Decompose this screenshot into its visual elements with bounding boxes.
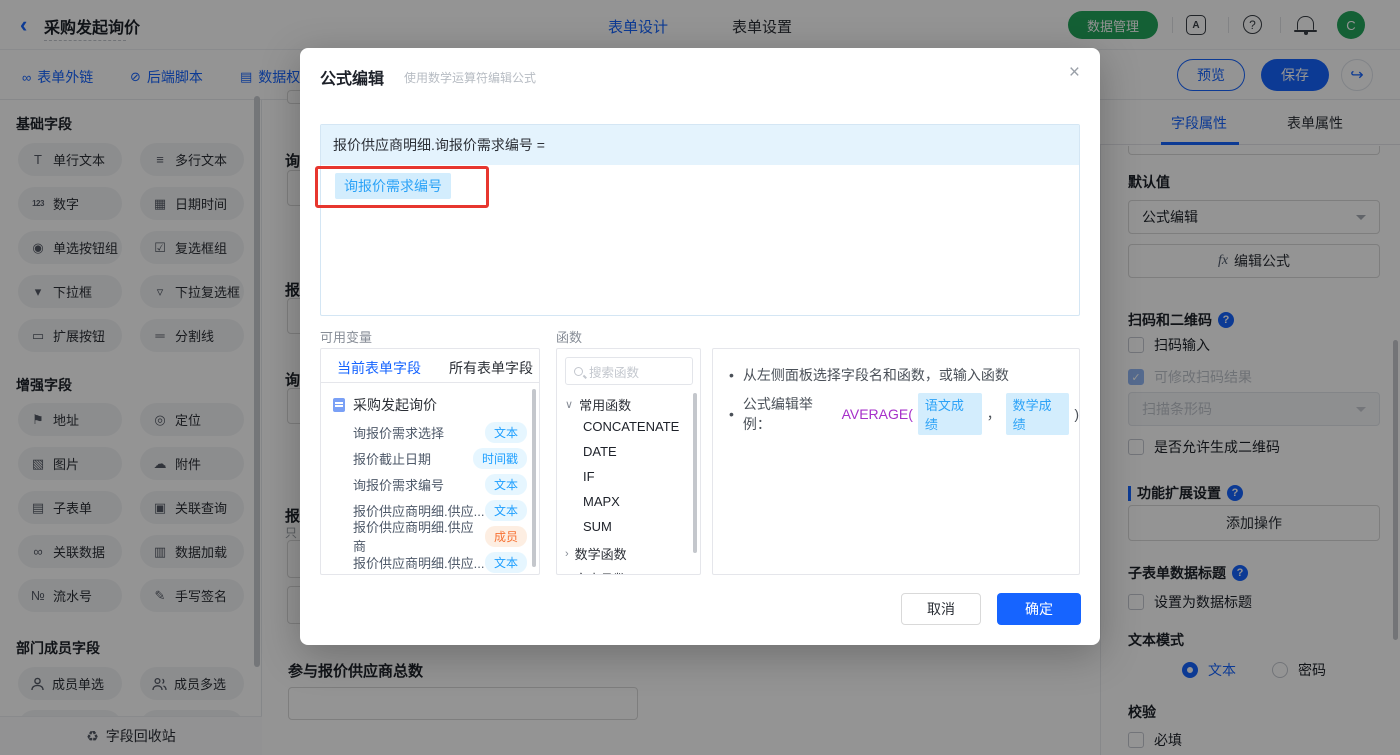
function-item[interactable]: DATE	[583, 444, 617, 459]
function-search-input[interactable]: 搜索函数	[565, 357, 693, 385]
tab-all-form-fields[interactable]: 所有表单字段	[449, 358, 533, 378]
bullet-icon: •	[729, 367, 734, 383]
variable-item[interactable]: 报价截止日期 时间戳	[353, 445, 527, 471]
variable-item[interactable]: 报价供应商明细.供应... 文本	[353, 549, 527, 574]
type-badge: 文本	[484, 473, 527, 495]
form-icon	[333, 398, 345, 412]
type-badge: 文本	[484, 551, 527, 573]
tip-line-1: • 从左侧面板选择字段名和函数，或输入函数	[729, 367, 1009, 383]
formula-editor[interactable]: 报价供应商明细.询报价需求编号 = 询报价需求编号	[320, 124, 1080, 316]
tip-line-2: • 公式编辑举例： AVERAGE( 语文成绩 ， 数学成绩 )	[729, 393, 1079, 435]
formula-edit-modal: 公式编辑 使用数学运算符编辑公式 × 报价供应商明细.询报价需求编号 = 询报价…	[300, 48, 1100, 645]
cancel-button[interactable]: 取消	[901, 593, 981, 625]
variables-scrollbar[interactable]	[532, 389, 536, 567]
example-field-chip: 数学成绩	[1005, 393, 1070, 435]
variables-label: 可用变量	[320, 330, 373, 345]
tab-current-form-fields[interactable]: 当前表单字段	[337, 358, 421, 378]
chevron-down-icon: ∨	[565, 399, 574, 411]
bullet-icon: •	[729, 406, 734, 422]
modal-title: 公式编辑	[320, 71, 385, 88]
type-badge: 文本	[484, 421, 527, 443]
variable-item[interactable]: 询报价需求编号 文本	[353, 471, 527, 497]
chevron-right-icon: ›	[565, 547, 569, 560]
app-window: ‹ 采购发起询价 表单设计 表单设置 数据管理 A ? C ∞ 表单外链 ⊘ 后…	[0, 0, 1400, 755]
type-badge: 文本	[484, 499, 527, 521]
variable-item[interactable]: 询报价需求选择 文本	[353, 419, 527, 445]
function-name: AVERAGE(	[841, 406, 913, 422]
type-badge: 成员	[484, 525, 527, 547]
variable-item[interactable]: 报价供应商明细.供应商 成员	[353, 520, 527, 554]
variables-panel: 当前表单字段 所有表单字段 采购发起询价 询报价需求选择 文本 报价截止日期 时间戳…	[320, 348, 540, 575]
close-icon[interactable]: ×	[1069, 62, 1080, 84]
annotation-rectangle	[315, 166, 489, 208]
function-item[interactable]: CONCATENATE	[583, 419, 679, 434]
tips-panel: • 从左侧面板选择字段名和函数，或输入函数 • 公式编辑举例： AVERAGE( …	[712, 348, 1080, 575]
type-badge: 时间戳	[472, 447, 527, 469]
functions-label: 函数	[556, 330, 583, 345]
functions-panel: 搜索函数 ∨ 常用函数 CONCATENATE DATE IF MAPX SUM…	[556, 348, 701, 575]
example-field-chip: 语文成绩	[917, 393, 982, 435]
tree-root-label: 采购发起询价	[353, 397, 437, 413]
function-group-common[interactable]: ∨ 常用函数	[565, 395, 631, 414]
formula-target: 报价供应商明细.询报价需求编号 =	[321, 125, 1079, 165]
function-item[interactable]: IF	[583, 469, 595, 484]
function-group-text[interactable]: › 文本函数	[565, 569, 627, 575]
tree-root-form[interactable]: 采购发起询价	[333, 395, 437, 415]
function-item[interactable]: SUM	[583, 519, 612, 534]
chevron-right-icon: ›	[565, 573, 569, 575]
functions-scrollbar[interactable]	[693, 393, 697, 553]
function-group-math[interactable]: › 数学函数	[565, 544, 627, 563]
modal-subtitle: 使用数学运算符编辑公式	[404, 71, 537, 85]
confirm-button[interactable]: 确定	[997, 593, 1081, 625]
search-placeholder: 搜索函数	[589, 365, 640, 380]
function-item[interactable]: MAPX	[583, 494, 620, 509]
search-icon	[574, 366, 583, 376]
